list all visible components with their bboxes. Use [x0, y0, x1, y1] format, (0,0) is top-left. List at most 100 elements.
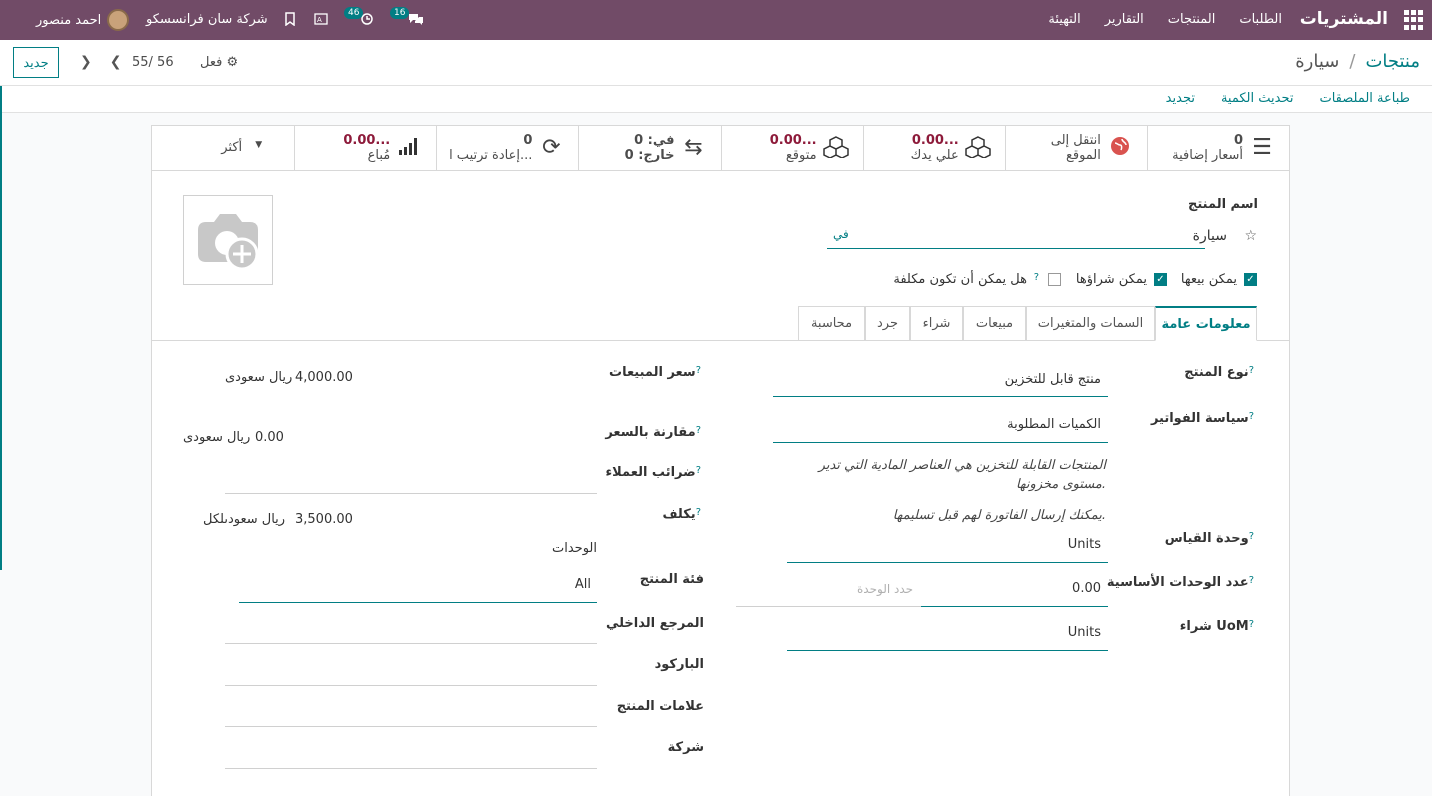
can-be-sold-label: يمكن بيعها: [1180, 272, 1237, 287]
breadcrumb-current: سيارة: [1295, 51, 1340, 72]
print-labels-button[interactable]: طباعة الملصقات: [1319, 91, 1410, 106]
pager-arrows: ❯ ❮: [80, 54, 121, 70]
activity-icon[interactable]: 46: [344, 7, 374, 30]
uom-select[interactable]: Units: [1068, 537, 1101, 552]
uom-underline: [787, 562, 1108, 563]
activity-count-badge: 46: [344, 7, 364, 19]
company-input[interactable]: [225, 768, 597, 769]
cubes-icon: [822, 136, 849, 162]
breadcrumb: منتجات / سيارة: [1295, 51, 1420, 72]
storable-note: المنتجات القابلة للتخزين هي العناصر الما…: [818, 458, 1106, 492]
barcode-label: الباركود: [654, 657, 704, 672]
forecasted-button[interactable]: 0.00... متوقع: [720, 126, 863, 171]
user-name: احمد منصور: [36, 12, 102, 28]
extra-prices-button[interactable]: ☰ 0 أسعار إضافية: [1146, 126, 1289, 171]
product-type-select[interactable]: منتج قابل للتخزين: [1005, 372, 1101, 387]
tab-general-info[interactable]: معلومات عامة: [1155, 306, 1257, 341]
base-units-input[interactable]: 0.00: [1072, 581, 1101, 596]
new-button[interactable]: جديد: [13, 47, 59, 78]
invoice-policy-select[interactable]: الكميات المطلوبة: [1007, 417, 1101, 432]
compare-price-label: مقارنة بالسعر?: [605, 425, 701, 440]
product-image[interactable]: [183, 195, 273, 285]
purchase-uom-underline: [787, 650, 1108, 651]
product-name-label: اسم المنتج: [1188, 197, 1258, 212]
product-type-underline: [773, 396, 1108, 397]
company-switcher[interactable]: شركة سان فرانسسكو: [146, 12, 268, 27]
star-icon[interactable]: ☆: [1244, 228, 1257, 244]
form-sheet: ☰ 0 أسعار إضافية انتقل إلى الموقع 0.00... ع…: [151, 125, 1290, 796]
can-be-sold-checkbox[interactable]: ✓: [1244, 273, 1257, 286]
can-be-expensed-text: هل يمكن أن تكون مكلفة: [893, 272, 1027, 287]
pager-prev-icon[interactable]: ❮: [110, 54, 122, 70]
status-bar: طباعة الملصقات تحديث الكمية تجديد: [2, 86, 1432, 113]
barcode-input[interactable]: [225, 685, 597, 686]
action-menu[interactable]: فعل ⚙: [200, 55, 238, 70]
unit-placeholder[interactable]: حدد الوحدة: [857, 582, 913, 596]
tab-inventory[interactable]: جرد: [865, 306, 910, 341]
internal-ref-label: المرجع الداخلي: [605, 616, 704, 631]
compare-price-currency: ريال سعودى: [183, 430, 251, 445]
apps-menu-icon[interactable]: [1404, 10, 1424, 30]
chart-icon: [396, 136, 422, 162]
go-to-website-button[interactable]: انتقل إلى الموقع: [1004, 126, 1147, 171]
product-name-underline: [827, 248, 1205, 249]
update-quantity-button[interactable]: تحديث الكمية: [1221, 91, 1294, 106]
can-be-expensed-label: ?: [1033, 272, 1039, 283]
menu-item-configuration[interactable]: التهيئة: [1048, 12, 1080, 27]
avatar: [107, 9, 130, 31]
action-label: فعل: [200, 55, 223, 70]
menu-item-orders[interactable]: الطلبات: [1239, 12, 1282, 27]
category-label: فئة المنتج: [639, 572, 704, 587]
tab-purchase[interactable]: شراء: [910, 306, 963, 341]
messages-count-badge: 16: [390, 7, 410, 19]
product-tags-label: علامات المنتج: [616, 699, 704, 714]
tab-accounting[interactable]: محاسبة: [798, 306, 865, 341]
tab-sales[interactable]: مبيعات: [963, 306, 1026, 341]
pager-value[interactable]: 55/ 56: [132, 55, 174, 70]
uom-label: وحدة القياس?: [1164, 531, 1254, 546]
app-name[interactable]: المشتريات: [1300, 9, 1388, 29]
main-menu: الطلبات المنتجات التقارير التهيئة: [1048, 12, 1282, 27]
top-navbar: المشتريات الطلبات المنتجات التقارير الته…: [0, 0, 1432, 40]
sold-button[interactable]: 0.00... مُباع: [294, 126, 436, 171]
invoice-note: يمكنك إرسال الفاتورة لهم قبل تسليمها.: [892, 508, 1106, 523]
can-be-purchased-checkbox[interactable]: ✓: [1154, 273, 1167, 286]
svg-text:A: A: [317, 16, 322, 24]
replenish-button[interactable]: تجديد: [1166, 91, 1195, 106]
product-tags-input[interactable]: [225, 726, 597, 727]
product-name-input[interactable]: سيارة: [1193, 228, 1227, 244]
pager-next-icon[interactable]: ❯: [80, 54, 92, 70]
cost-unit: ريال سعودىلكل: [203, 512, 286, 527]
category-underline: [239, 602, 597, 603]
base-units-label: عدد الوحدات الأساسية?: [1106, 575, 1254, 590]
breadcrumb-products[interactable]: منتجات: [1365, 51, 1420, 72]
more-button[interactable]: أكثر ▼: [152, 126, 294, 171]
purchase-uom-select[interactable]: Units: [1068, 625, 1101, 640]
sales-price-currency: ريال سعودى: [225, 370, 293, 385]
control-panel: جديد ❯ ❮ 55/ 56 فعل ⚙ منتجات / سيارة: [0, 40, 1432, 86]
reordering-rules-button[interactable]: ⟳ 0 إعادة ترتيب ا...: [436, 126, 578, 171]
can-be-expensed-checkbox[interactable]: [1048, 273, 1061, 286]
menu-item-reports[interactable]: التقارير: [1105, 12, 1144, 27]
bookmark-icon[interactable]: [284, 12, 296, 30]
compare-price-input[interactable]: 0.00: [255, 430, 284, 445]
category-select[interactable]: All: [575, 577, 591, 592]
in-out-button[interactable]: ⇆ في: 0 خارج: 0: [578, 126, 720, 171]
menu-item-products[interactable]: المنتجات: [1168, 12, 1216, 27]
cost-input[interactable]: 3,500.00: [295, 512, 353, 527]
messages-icon[interactable]: 16: [390, 7, 424, 30]
invoice-policy-underline: [773, 442, 1108, 443]
camera-plus-icon: [198, 214, 259, 271]
on-hand-button[interactable]: 0.00... علي يدك: [862, 126, 1005, 171]
sales-price-input[interactable]: 4,000.00: [295, 370, 353, 385]
gear-icon: ⚙: [226, 55, 239, 70]
sales-price-label: سعر المبيعات?: [609, 365, 701, 380]
tab-attributes-variants[interactable]: السمات والمتغيرات: [1026, 306, 1155, 341]
customer-taxes-input[interactable]: [225, 493, 597, 494]
user-menu[interactable]: احمد منصور: [36, 9, 130, 31]
internal-ref-input[interactable]: [225, 643, 597, 644]
language-button[interactable]: في: [833, 227, 849, 241]
product-type-label: نوع المنتج?: [1184, 365, 1254, 380]
cost-label: يكلف?: [662, 507, 701, 522]
translate-icon[interactable]: A: [314, 12, 328, 30]
